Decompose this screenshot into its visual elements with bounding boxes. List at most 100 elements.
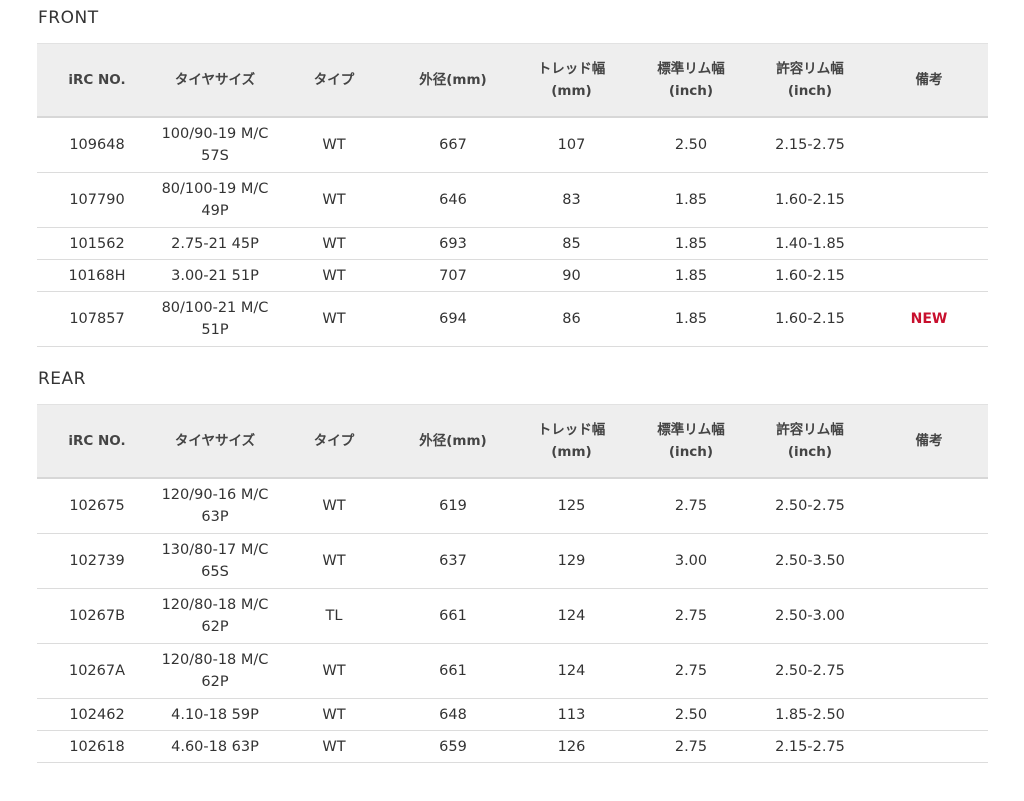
header-tire-size: タイヤサイズ: [157, 43, 273, 118]
table-row: 107857 80/100-21 M/C 51P WT 694 86 1.85 1…: [37, 291, 988, 347]
cell-outer-diameter: 646: [395, 172, 511, 228]
tire-size-line1: 80/100-19 M/C: [161, 181, 269, 197]
header-outer-diameter: 外径(mm): [395, 43, 511, 118]
front-header-row: iRC NO. タイヤサイズ タイプ 外径(mm) トレッド幅 (mm) 標準リ…: [37, 43, 988, 118]
cell-outer-diameter: 659: [395, 730, 511, 763]
cell-outer-diameter: 667: [395, 117, 511, 173]
cell-outer-diameter: 619: [395, 478, 511, 534]
header-allowed-rim-unit: (inch): [787, 83, 833, 99]
cell-standard-rim: 1.85: [632, 291, 750, 347]
cell-allowed-rim: 2.50-2.75: [750, 643, 870, 699]
cell-irc-no: 102675: [37, 478, 157, 534]
cell-irc-no: 10267A: [37, 643, 157, 699]
header-tread-width-label: トレッド幅: [537, 422, 606, 438]
cell-tire-size: 80/100-21 M/C 51P: [157, 291, 273, 347]
cell-note: [870, 643, 988, 699]
tire-size-line2: 57S: [201, 148, 229, 164]
cell-tire-size: 100/90-19 M/C 57S: [157, 117, 273, 173]
cell-standard-rim: 1.85: [632, 259, 750, 292]
front-spec-table: iRC NO. タイヤサイズ タイプ 外径(mm) トレッド幅 (mm) 標準リ…: [37, 43, 988, 347]
cell-irc-no: 107857: [37, 291, 157, 347]
table-row: 10267B 120/80-18 M/C 62P TL 661 124 2.75 …: [37, 588, 988, 644]
cell-standard-rim: 2.75: [632, 730, 750, 763]
header-notes: 備考: [870, 404, 988, 479]
cell-note: NEW: [870, 291, 988, 347]
cell-standard-rim: 2.75: [632, 478, 750, 534]
header-irc-no: iRC NO.: [37, 43, 157, 118]
cell-type: WT: [273, 291, 395, 347]
header-standard-rim-label: 標準リム幅: [657, 422, 725, 438]
cell-type: WT: [273, 533, 395, 589]
cell-tread-width: 85: [511, 227, 632, 260]
table-row: 10168H 3.00-21 51P WT 707 90 1.85 1.60-2…: [37, 259, 988, 292]
table-row: 102675 120/90-16 M/C 63P WT 619 125 2.75 …: [37, 478, 988, 534]
cell-outer-diameter: 637: [395, 533, 511, 589]
tire-size-line1: 130/80-17 M/C: [161, 542, 269, 558]
cell-irc-no: 109648: [37, 117, 157, 173]
new-badge: NEW: [910, 311, 948, 327]
cell-tread-width: 113: [511, 698, 632, 731]
cell-standard-rim: 2.50: [632, 698, 750, 731]
tire-size-line1: 2.75-21 45P: [171, 235, 259, 252]
header-tread-width: トレッド幅 (mm): [511, 404, 632, 479]
cell-irc-no: 107790: [37, 172, 157, 228]
cell-allowed-rim: 1.60-2.15: [750, 291, 870, 347]
cell-note: [870, 117, 988, 173]
rear-spec-table: iRC NO. タイヤサイズ タイプ 外径(mm) トレッド幅 (mm) 標準リ…: [37, 404, 988, 763]
table-row: 109648 100/90-19 M/C 57S WT 667 107 2.50 …: [37, 117, 988, 173]
cell-tire-size: 120/80-18 M/C 62P: [157, 643, 273, 699]
header-allowed-rim-width: 許容リム幅 (inch): [750, 404, 870, 479]
cell-outer-diameter: 661: [395, 588, 511, 644]
tire-size-line1: 80/100-21 M/C: [161, 300, 269, 316]
cell-allowed-rim: 2.50-2.75: [750, 478, 870, 534]
table-row: 10267A 120/80-18 M/C 62P WT 661 124 2.75 …: [37, 643, 988, 699]
cell-allowed-rim: 2.50-3.00: [750, 588, 870, 644]
cell-tire-size: 120/80-18 M/C 62P: [157, 588, 273, 644]
cell-tire-size: 4.60-18 63P: [157, 730, 273, 763]
cell-irc-no: 102739: [37, 533, 157, 589]
tire-size-line1: 100/90-19 M/C: [161, 126, 269, 142]
cell-allowed-rim: 1.60-2.15: [750, 259, 870, 292]
cell-allowed-rim: 1.60-2.15: [750, 172, 870, 228]
cell-type: WT: [273, 259, 395, 292]
header-allowed-rim-width: 許容リム幅 (inch): [750, 43, 870, 118]
header-type: タイプ: [273, 43, 395, 118]
cell-outer-diameter: 707: [395, 259, 511, 292]
cell-allowed-rim: 2.15-2.75: [750, 117, 870, 173]
cell-tire-size: 3.00-21 51P: [157, 259, 273, 292]
cell-standard-rim: 2.50: [632, 117, 750, 173]
header-allowed-rim-unit: (inch): [787, 444, 833, 460]
cell-type: WT: [273, 643, 395, 699]
cell-note: [870, 172, 988, 228]
tire-size-line1: 120/90-16 M/C: [161, 487, 269, 503]
cell-note: [870, 533, 988, 589]
tire-size-line1: 120/80-18 M/C: [161, 597, 269, 613]
cell-tire-size: 130/80-17 M/C 65S: [157, 533, 273, 589]
header-notes: 備考: [870, 43, 988, 118]
cell-standard-rim: 1.85: [632, 172, 750, 228]
cell-note: [870, 730, 988, 763]
header-tread-width: トレッド幅 (mm): [511, 43, 632, 118]
cell-tire-size: 120/90-16 M/C 63P: [157, 478, 273, 534]
cell-tread-width: 124: [511, 588, 632, 644]
cell-note: [870, 259, 988, 292]
header-standard-rim-label: 標準リム幅: [657, 61, 725, 77]
tire-size-line2: 65S: [201, 564, 229, 580]
header-tread-width-unit: (mm): [551, 444, 592, 460]
tire-size-line2: 51P: [201, 322, 229, 338]
cell-type: WT: [273, 730, 395, 763]
cell-note: [870, 478, 988, 534]
cell-outer-diameter: 661: [395, 643, 511, 699]
cell-standard-rim: 1.85: [632, 227, 750, 260]
cell-irc-no: 10267B: [37, 588, 157, 644]
cell-irc-no: 10168H: [37, 259, 157, 292]
cell-tread-width: 90: [511, 259, 632, 292]
header-tread-width-label: トレッド幅: [537, 61, 606, 77]
cell-tread-width: 83: [511, 172, 632, 228]
header-standard-rim-width: 標準リム幅 (inch): [632, 43, 750, 118]
cell-type: WT: [273, 478, 395, 534]
table-row: 102462 4.10-18 59P WT 648 113 2.50 1.85-…: [37, 698, 988, 731]
cell-type: WT: [273, 698, 395, 731]
header-type: タイプ: [273, 404, 395, 479]
tire-size-line1: 4.10-18 59P: [171, 706, 259, 723]
